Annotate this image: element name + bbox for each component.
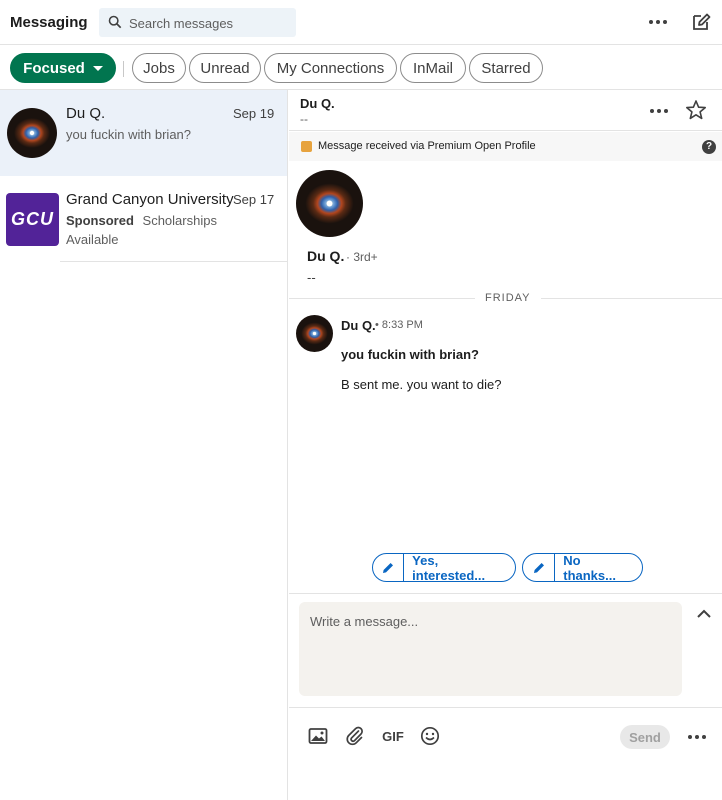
help-icon[interactable]: ? <box>702 140 716 154</box>
focused-dropdown[interactable]: Focused <box>10 53 116 83</box>
quick-reply-no[interactable]: No thanks... <box>522 552 643 583</box>
gif-button[interactable]: GIF <box>381 725 405 747</box>
divider <box>60 261 287 262</box>
filter-inmail[interactable]: InMail <box>400 53 466 83</box>
search-input[interactable] <box>129 13 289 33</box>
attachment-icon[interactable] <box>344 725 366 747</box>
sender-name[interactable]: Du Q. <box>341 318 376 333</box>
image-icon[interactable] <box>307 725 329 747</box>
divider <box>289 707 722 708</box>
star-icon[interactable] <box>685 99 707 121</box>
message-composer[interactable] <box>299 602 682 696</box>
caret-down-icon <box>92 65 103 71</box>
page-title: Messaging <box>10 14 88 31</box>
chevron-up-icon[interactable] <box>694 606 714 622</box>
gcu-logo: GCU <box>6 193 59 246</box>
search-box[interactable] <box>99 8 296 37</box>
premium-icon <box>301 141 312 152</box>
focused-label: Focused <box>23 59 85 77</box>
compose-icon[interactable] <box>690 11 712 33</box>
thread-name[interactable]: Du Q. <box>300 96 335 111</box>
avatar <box>7 108 57 158</box>
more-options-icon[interactable] <box>685 727 709 747</box>
messaging-header: Messaging <box>0 0 722 45</box>
thread-header: Du Q. -- <box>289 90 722 131</box>
filter-jobs[interactable]: Jobs <box>132 53 186 83</box>
message-text: you fuckin with brian? <box>341 347 479 362</box>
send-button[interactable]: Send <box>620 725 670 749</box>
conversation-snippet-row: Sponsored Scholarships <box>66 213 217 228</box>
conversation-item[interactable]: Du Q. Sep 19 you fuckin with brian? <box>0 90 287 176</box>
day-label: FRIDAY <box>475 292 541 304</box>
message-input[interactable] <box>310 614 670 684</box>
sender-avatar[interactable] <box>296 315 333 352</box>
conversation-snippet: Scholarships <box>142 213 217 228</box>
profile-headline: -- <box>307 270 316 285</box>
divider <box>123 61 124 77</box>
message-text: B sent me. you want to die? <box>341 377 502 392</box>
connection-degree: · 3rd+ <box>346 250 378 264</box>
message-time: • 8:33 PM <box>375 319 423 331</box>
conversation-date: Sep 19 <box>233 106 275 121</box>
thread-subtitle: -- <box>300 112 308 126</box>
conversation-snippet-line2: Available <box>66 232 119 247</box>
premium-open-profile-banner: Message received via Premium Open Profil… <box>289 132 722 161</box>
pencil-icon <box>373 554 405 581</box>
quick-reply-yes[interactable]: Yes, interested... <box>372 552 516 583</box>
filter-my-connections[interactable]: My Connections <box>264 53 397 83</box>
search-icon <box>108 15 122 29</box>
emoji-icon[interactable] <box>419 725 441 747</box>
more-options-icon[interactable] <box>647 101 671 121</box>
profile-avatar[interactable] <box>296 170 363 237</box>
quick-reply-label: Yes, interested... <box>412 552 486 583</box>
filter-unread[interactable]: Unread <box>189 53 261 83</box>
conversation-date: Sep 17 <box>233 192 275 207</box>
conversation-name: Du Q. <box>66 105 106 122</box>
profile-name[interactable]: Du Q. <box>307 248 344 264</box>
divider <box>289 593 722 594</box>
thread-pane: Du Q. -- Message received via Premium Op… <box>289 90 722 800</box>
conversation-list: Du Q. Sep 19 you fuckin with brian? GCU … <box>0 90 288 800</box>
filter-starred[interactable]: Starred <box>469 53 543 83</box>
pencil-icon <box>523 554 556 581</box>
conversation-snippet: you fuckin with brian? <box>66 127 192 142</box>
quick-reply-label: No thanks... <box>563 552 616 583</box>
filter-bar: Focused Jobs Unread My Connections InMai… <box>0 45 722 90</box>
banner-text: Message received via Premium Open Profil… <box>318 140 536 152</box>
sponsored-label: Sponsored <box>66 213 134 228</box>
more-options-icon[interactable] <box>646 12 670 32</box>
conversation-name: Grand Canyon University <box>66 191 234 208</box>
conversation-item[interactable]: GCU Grand Canyon University Sep 17 Spons… <box>0 176 287 262</box>
